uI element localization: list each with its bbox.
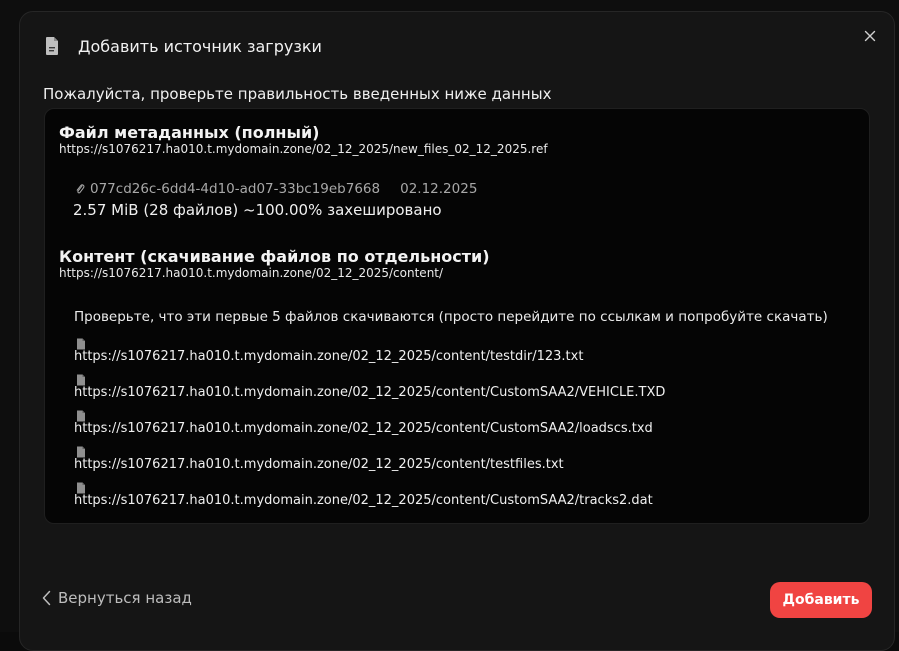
document-icon [44, 36, 60, 56]
file-link[interactable]: https://s1076217.ha010.t.mydomain.zone/0… [74, 385, 665, 400]
content-url: https://s1076217.ha010.t.mydomain.zone/0… [59, 266, 444, 280]
review-panel: Файл метаданных (полный) https://s107621… [44, 108, 870, 524]
chevron-left-icon [42, 590, 51, 606]
dialog-header: Добавить источник загрузки [44, 36, 322, 56]
file-icon [76, 335, 86, 350]
paperclip-icon [75, 183, 85, 195]
back-button-label: Вернуться назад [58, 589, 192, 607]
content-section-title: Контент (скачивание файлов по отдельност… [59, 247, 490, 266]
metadata-url: https://s1076217.ha010.t.mydomain.zone/0… [59, 142, 548, 156]
file-link[interactable]: https://s1076217.ha010.t.mydomain.zone/0… [74, 493, 653, 508]
file-icon [76, 479, 86, 494]
dialog-title: Добавить источник загрузки [78, 36, 322, 56]
dialog-subtitle: Пожалуйста, проверьте правильность введе… [43, 85, 552, 103]
content-check-hint: Проверьте, что эти первые 5 файлов скачи… [74, 309, 828, 325]
file-link[interactable]: https://s1076217.ha010.t.mydomain.zone/0… [74, 457, 564, 472]
add-source-dialog: Добавить источник загрузки Пожалуйста, п… [19, 11, 895, 651]
file-icon [76, 407, 86, 422]
metadata-date: 02.12.2025 [400, 181, 478, 197]
file-icon [76, 443, 86, 458]
close-icon[interactable] [862, 28, 878, 44]
back-button[interactable]: Вернуться назад [42, 589, 192, 607]
metadata-summary: 2.57 MiB (28 файлов) ~100.00% захеширова… [73, 201, 442, 219]
metadata-info-row: 077cd26c-6dd4-4d10-ad07-33bc19eb7668 02.… [75, 181, 477, 197]
file-link[interactable]: https://s1076217.ha010.t.mydomain.zone/0… [74, 421, 653, 436]
metadata-id: 077cd26c-6dd4-4d10-ad07-33bc19eb7668 [90, 181, 381, 197]
metadata-section-title: Файл метаданных (полный) [59, 123, 320, 142]
add-button[interactable]: Добавить [770, 582, 872, 618]
file-icon [76, 371, 86, 386]
file-link[interactable]: https://s1076217.ha010.t.mydomain.zone/0… [74, 349, 583, 364]
